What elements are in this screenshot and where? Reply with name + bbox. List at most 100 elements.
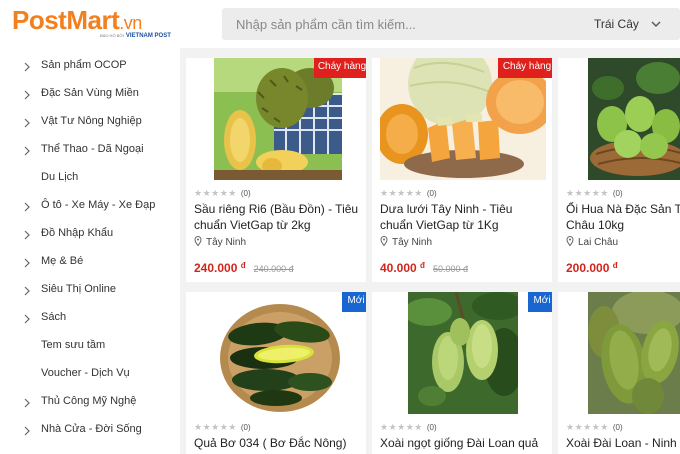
product-image-mango-tree[interactable] <box>408 292 518 414</box>
sidebar-item-label: Siêu Thị Online <box>41 283 117 295</box>
chevron-right-icon <box>24 146 30 156</box>
sidebar-item-label: Thủ Công Mỹ Nghệ <box>41 395 137 407</box>
product-image-mango[interactable] <box>588 292 680 414</box>
sidebar-item-nha-cua[interactable]: Nhà Cửa - Đời Sống <box>0 417 180 445</box>
category-select[interactable]: Trái Cây <box>594 8 680 40</box>
review-count: (0) <box>240 189 251 198</box>
sidebar-item-me-be[interactable]: Mẹ & Bé <box>0 249 180 277</box>
chevron-down-icon <box>651 21 661 27</box>
star-rating-icon: ★★★★★ <box>380 188 423 198</box>
sidebar-item-du-lich[interactable]: Du Lịch <box>0 165 180 193</box>
product-name[interactable]: Sầu riêng Ri6 (Bầu Đồn) - Tiêu chuẩn Vie… <box>194 201 362 233</box>
status-badge: Cháy hàng <box>314 58 366 78</box>
rating-stars: ★★★★★ (0) <box>566 188 626 198</box>
product-location: Tây Ninh <box>380 236 432 248</box>
currency-symbol: đ <box>612 261 618 270</box>
price-value: 40.000 <box>380 261 417 275</box>
sidebar-item-label: Nhà Cửa - Đời Sống <box>41 423 142 435</box>
sidebar-item-label: Mẹ & Bé <box>41 255 84 267</box>
sidebar-item-thu-cong[interactable]: Thủ Công Mỹ Nghệ <box>0 389 180 417</box>
review-count: (0) <box>426 189 437 198</box>
sidebar-item-vat-tu[interactable]: Vật Tư Nông Nghiệp <box>0 109 180 137</box>
product-price: 200.000 đ <box>566 261 618 275</box>
sidebar-item-o-to[interactable]: Ô tô - Xe Máy - Xe Đạp <box>0 193 180 221</box>
sidebar-item-nhap-khau[interactable]: Đồ Nhập Khẩu <box>0 221 180 249</box>
rating-stars: ★★★★★ (0) <box>380 422 440 432</box>
chevron-right-icon <box>24 426 30 436</box>
rating-stars: ★★★★★ (0) <box>194 188 254 198</box>
star-rating-icon: ★★★★★ <box>566 188 609 198</box>
product-card[interactable]: ★★★★★ (0) Xoài Đài Loan - Ninh H <box>558 292 680 454</box>
status-badge: Cháy hàng <box>498 58 552 78</box>
logo-tagline: VIETNAM POST <box>125 33 171 39</box>
sidebar-item-sieu-thi[interactable]: Siêu Thị Online <box>0 277 180 305</box>
sidebar-item-label: Du Lịch <box>41 171 79 183</box>
logo-text: PostMart <box>12 5 120 35</box>
review-count: (0) <box>240 423 251 432</box>
chevron-right-icon <box>24 314 30 324</box>
product-name[interactable]: Xoài ngọt giống Đài Loan quả to <box>380 435 548 454</box>
chevron-right-icon <box>24 398 30 408</box>
product-card[interactable]: Mới ★★★★★ (0) Quả Bơ 034 ( Bơ Đắc Nông) <box>186 292 366 454</box>
star-rating-icon: ★★★★★ <box>194 188 237 198</box>
rating-stars: ★★★★★ (0) <box>194 422 254 432</box>
star-rating-icon: ★★★★★ <box>194 422 237 432</box>
map-pin-icon <box>194 236 202 246</box>
sidebar-item-dac-san[interactable]: Đặc Sản Vùng Miền <box>0 81 180 109</box>
review-count: (0) <box>426 423 437 432</box>
review-count: (0) <box>612 423 623 432</box>
product-card[interactable]: ★★★★★(0) Ổi Hua Nà Đặc Sản Th Lai Châu 1… <box>558 58 680 282</box>
price-value: 240.000 <box>194 261 238 275</box>
product-location: Lai Châu <box>566 236 618 248</box>
location-text: Lai Châu <box>578 237 619 248</box>
category-select-value: Trái Cây <box>594 17 639 31</box>
header: PostMart.vn BẢO HỘ BỞIVIETNAM POST Trái … <box>0 0 680 48</box>
star-rating-icon: ★★★★★ <box>566 422 609 432</box>
chevron-right-icon <box>24 90 30 100</box>
status-badge: Mới <box>528 292 552 312</box>
currency-symbol: đ <box>240 261 246 270</box>
sidebar-item-voucher[interactable]: Voucher - Dịch Vụ <box>0 361 180 389</box>
product-card[interactable]: Cháy hàng ★★★★★ (0) Sầu riêng Ri6 (Bầu Đồ… <box>186 58 366 282</box>
product-image-avocado[interactable] <box>212 292 342 414</box>
chevron-right-icon <box>24 118 30 128</box>
product-price: 40.000 đ 50.000 đ <box>380 261 468 275</box>
sidebar-item-tem[interactable]: Tem sưu tầm <box>0 333 180 361</box>
chevron-right-icon <box>24 258 30 268</box>
product-location: Tây Ninh <box>194 236 246 248</box>
sidebar-item-label: Voucher - Dịch Vụ <box>41 367 130 379</box>
price-value: 200.000 <box>566 261 610 275</box>
search-input[interactable] <box>236 8 566 40</box>
product-image-guava[interactable] <box>588 58 680 180</box>
chevron-right-icon <box>24 230 30 240</box>
postmart-logo[interactable]: PostMart.vn BẢO HỘ BỞI VIETNAM POST <box>12 4 192 44</box>
search-bar: Trái Cây <box>222 8 680 40</box>
rating-stars: ★★★★★ (0) <box>380 188 440 198</box>
status-badge: Mới <box>342 292 366 312</box>
category-sidebar: Sản phẩm OCOP Đặc Sản Vùng Miền Vật Tư N… <box>0 48 180 454</box>
product-name[interactable]: Dưa lưới Tây Ninh - Tiêu chuẩn VietGap t… <box>380 201 548 233</box>
logo-suffix: .vn <box>119 13 142 33</box>
sidebar-item-label: Vật Tư Nông Nghiệp <box>41 115 142 127</box>
map-pin-icon <box>566 236 574 246</box>
review-count: (0) <box>612 189 623 198</box>
product-name[interactable]: Xoài Đài Loan - Ninh H <box>566 435 680 451</box>
sidebar-item-label: Tem sưu tầm <box>41 339 106 351</box>
product-name[interactable]: Ổi Hua Nà Đặc Sản Th Lai Châu 10kg <box>566 201 680 233</box>
product-card[interactable]: Mới ★★★★★ (0) Xoài ngọt giống Đài Loan qu… <box>372 292 552 454</box>
product-card[interactable]: Cháy hàng ★★★★★ (0) Dưa lưới Tây Ninh - T… <box>372 58 552 282</box>
sidebar-item-sach[interactable]: Sách <box>0 305 180 333</box>
chevron-right-icon <box>24 62 30 72</box>
sidebar-item-label: Sản phẩm OCOP <box>41 59 127 71</box>
chevron-right-icon <box>24 202 30 212</box>
product-name[interactable]: Quả Bơ 034 ( Bơ Đắc Nông) <box>194 435 362 451</box>
chevron-right-icon <box>24 286 30 296</box>
sidebar-item-ocop[interactable]: Sản phẩm OCOP <box>0 53 180 81</box>
location-text: Tây Ninh <box>392 237 433 248</box>
map-pin-icon <box>380 236 388 246</box>
logo-tagline-small: BẢO HỘ BỞI <box>100 33 124 38</box>
sidebar-item-label: Đặc Sản Vùng Miền <box>41 87 139 99</box>
rating-stars: ★★★★★ (0) <box>566 422 626 432</box>
currency-symbol: đ <box>420 261 425 270</box>
sidebar-item-the-thao[interactable]: Thể Thao - Dã Ngoại <box>0 137 180 165</box>
